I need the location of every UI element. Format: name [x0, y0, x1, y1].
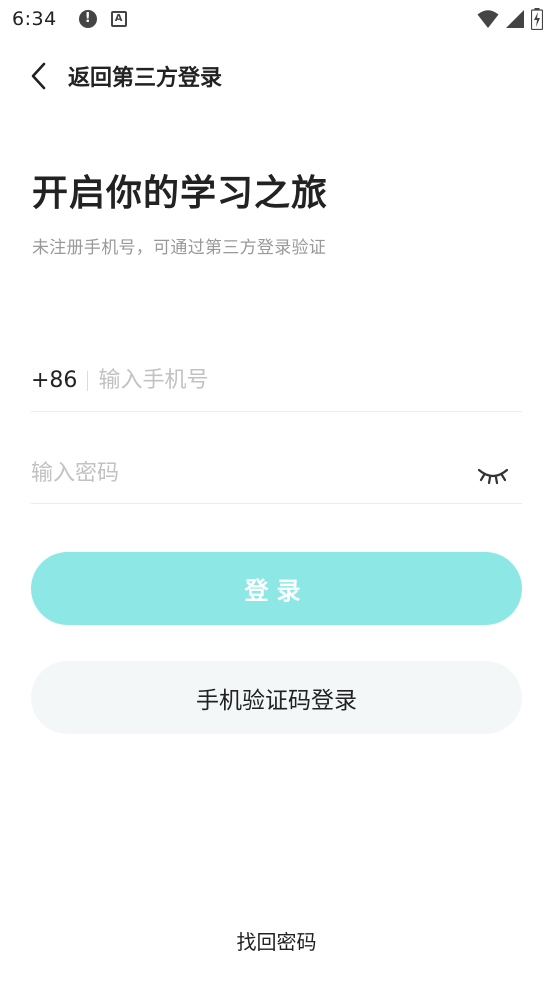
wifi-icon	[477, 10, 499, 28]
password-input-row	[31, 444, 522, 504]
phone-input[interactable]	[98, 368, 522, 393]
forgot-password-link[interactable]: 找回密码	[0, 926, 553, 955]
alert-icon: !	[78, 10, 97, 28]
back-arrow-icon[interactable]	[30, 61, 50, 91]
login-screen: 6:34 ! A 返回第三方登录 开启你的学习之旅 未注册手机号，可通过第三方登…	[0, 0, 553, 984]
login-button[interactable]: 登录	[31, 552, 522, 625]
page-subtitle: 未注册手机号，可通过第三方登录验证	[32, 238, 327, 258]
back-to-third-party-login-link[interactable]: 返回第三方登录	[68, 60, 222, 92]
status-bar: 6:34 ! A	[0, 0, 553, 38]
sms-code-login-button[interactable]: 手机验证码登录	[31, 661, 522, 734]
eye-closed-icon[interactable]	[476, 462, 510, 486]
signal-icon	[506, 10, 524, 28]
page-title: 开启你的学习之旅	[32, 173, 329, 214]
status-time: 6:34	[12, 8, 57, 30]
status-notification-icons: ! A	[78, 10, 127, 28]
password-input[interactable]	[31, 461, 476, 486]
phone-input-row: +86	[31, 350, 522, 412]
header: 返回第三方登录	[30, 58, 222, 94]
phone-divider	[87, 370, 89, 391]
country-code-selector[interactable]: +86	[31, 368, 77, 393]
battery-icon	[531, 8, 543, 30]
a-notification-icon: A	[110, 11, 127, 27]
status-system-icons	[477, 8, 543, 30]
